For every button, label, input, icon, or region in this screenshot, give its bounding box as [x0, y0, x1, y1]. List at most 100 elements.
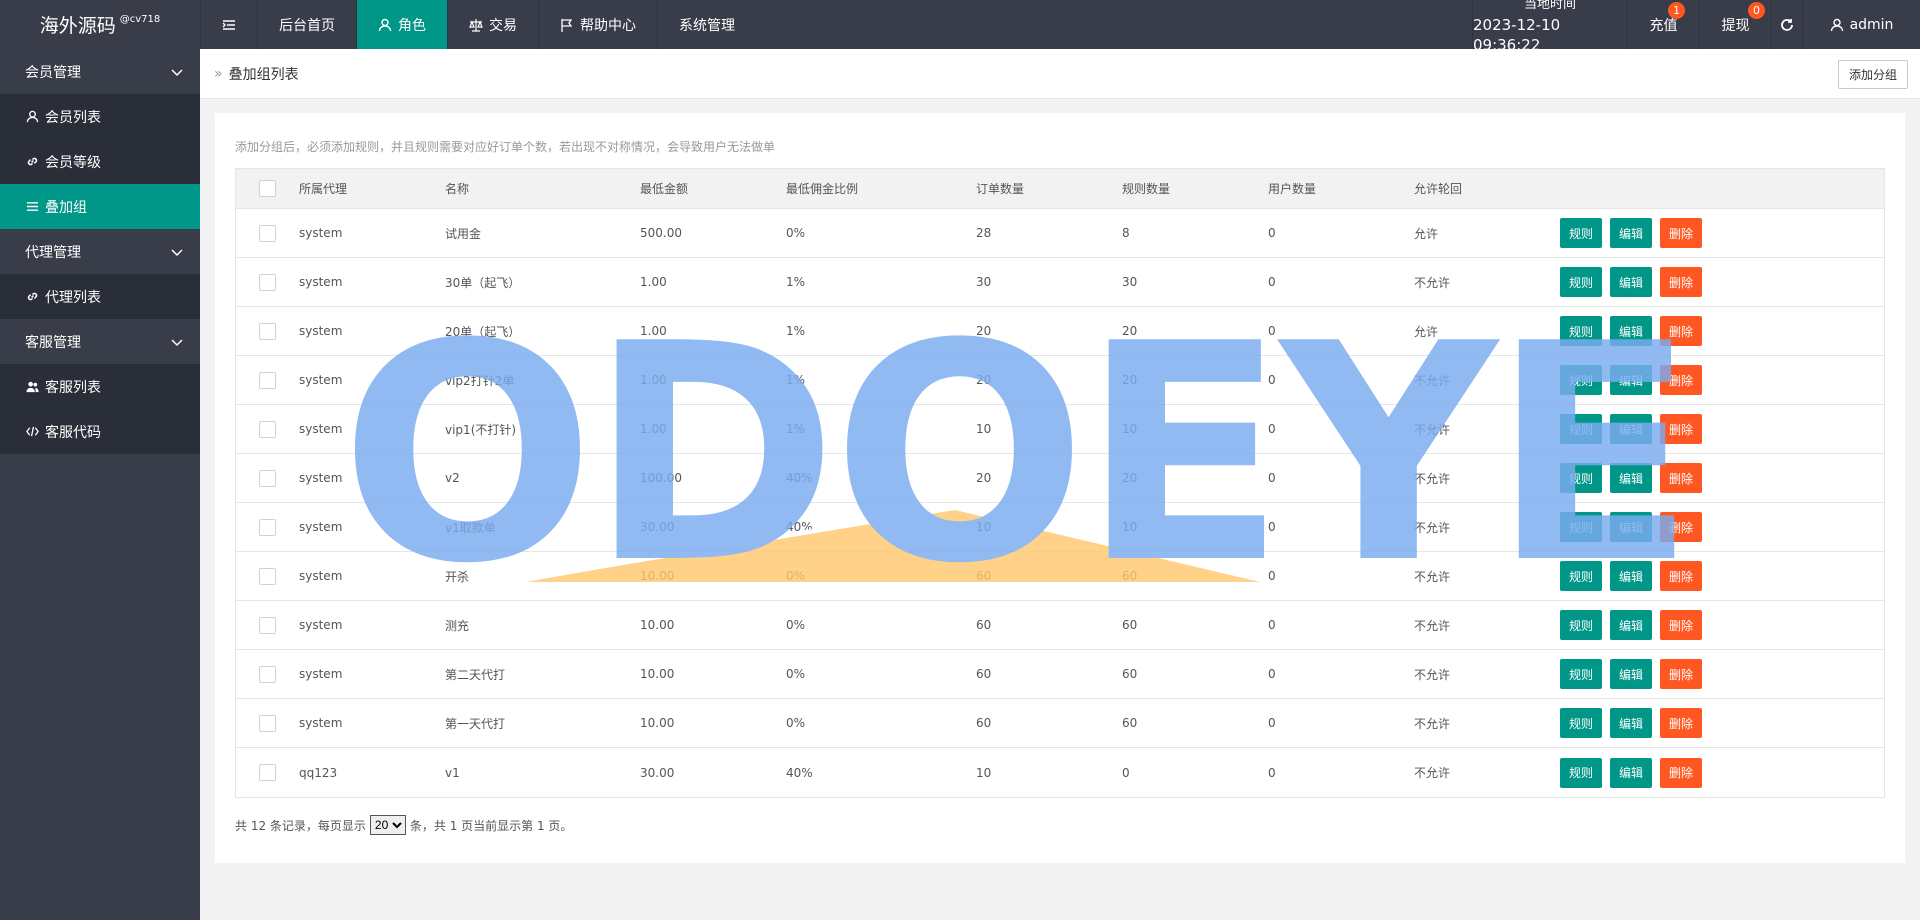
user-icon: [26, 110, 39, 123]
delete-button[interactable]: 删除: [1660, 708, 1703, 738]
row-checkbox[interactable]: [259, 518, 276, 536]
cell-allow-loop: 不允许: [1414, 618, 1451, 633]
sidebar-group-agent[interactable]: 代理管理: [0, 229, 200, 274]
cell-allow-loop: 不允许: [1414, 422, 1451, 437]
sidebar: 会员管理 会员列表 会员等级 叠加组 代理管理 代理列表 客服管理 客服列表 客…: [0, 49, 200, 920]
delete-button[interactable]: 删除: [1660, 267, 1703, 297]
cell-min-amount: 10.00: [640, 667, 675, 681]
edit-button[interactable]: 编辑: [1610, 218, 1653, 248]
cell-agent: system: [299, 569, 343, 583]
sidebar-item-agent-list[interactable]: 代理列表: [0, 274, 200, 319]
edit-button[interactable]: 编辑: [1610, 708, 1653, 738]
recharge-button[interactable]: 充值 1: [1627, 0, 1699, 49]
nav-home[interactable]: 后台首页: [257, 0, 356, 49]
row-check-cell: [236, 518, 299, 536]
row-checkbox[interactable]: [259, 322, 276, 340]
nav-role[interactable]: 角色: [356, 0, 447, 49]
add-group-button[interactable]: 添加分组: [1837, 60, 1908, 89]
edit-button[interactable]: 编辑: [1610, 267, 1653, 297]
cell-allow-loop: 不允许: [1414, 716, 1451, 731]
cell-user-count: 0: [1268, 324, 1276, 338]
refresh-button[interactable]: [1771, 0, 1802, 49]
rule-button[interactable]: 规则: [1560, 610, 1603, 640]
rule-button[interactable]: 规则: [1560, 463, 1603, 493]
rule-button[interactable]: 规则: [1560, 316, 1603, 346]
rule-button[interactable]: 规则: [1560, 414, 1603, 444]
row-checkbox[interactable]: [259, 567, 276, 585]
row-check-cell: [236, 420, 299, 438]
rule-button[interactable]: 规则: [1560, 561, 1603, 591]
delete-button[interactable]: 删除: [1660, 757, 1703, 788]
edit-button[interactable]: 编辑: [1610, 365, 1653, 395]
edit-button[interactable]: 编辑: [1610, 463, 1653, 493]
cell-min-commission: 1%: [786, 324, 806, 338]
rule-button[interactable]: 规则: [1560, 708, 1603, 738]
sidebar-group-member[interactable]: 会员管理: [0, 49, 200, 94]
rule-button[interactable]: 规则: [1560, 267, 1603, 297]
delete-button[interactable]: 删除: [1660, 463, 1703, 493]
delete-button[interactable]: 删除: [1660, 610, 1703, 640]
sidebar-item-service-code[interactable]: 客服代码: [0, 409, 200, 454]
sidebar-item-label: 客服代码: [45, 424, 101, 441]
rule-button[interactable]: 规则: [1560, 659, 1603, 689]
select-all-checkbox[interactable]: [259, 180, 276, 197]
group-table: 所属代理 名称 最低金额 最低佣金比例 订单数量 规则数量 用户数量 允许轮回 …: [235, 168, 1885, 798]
row-checkbox[interactable]: [259, 616, 276, 634]
cell-allow-loop: 允许: [1414, 324, 1439, 339]
row-checkbox[interactable]: [259, 665, 276, 683]
nav-help[interactable]: 帮助中心: [538, 0, 657, 49]
row-checkbox[interactable]: [259, 714, 276, 732]
sidebar-item-service-list[interactable]: 客服列表: [0, 364, 200, 409]
sidebar-item-member-level[interactable]: 会员等级: [0, 139, 200, 184]
pager-prefix: 共 12 条记录，每页显示: [235, 818, 366, 833]
delete-button[interactable]: 删除: [1660, 561, 1703, 591]
row-actions: 规则 编辑 删除: [1560, 316, 1703, 346]
cell-user-count: 0: [1268, 520, 1276, 534]
delete-button[interactable]: 删除: [1660, 316, 1703, 346]
row-checkbox[interactable]: [259, 764, 276, 781]
sidebar-group-service[interactable]: 客服管理: [0, 319, 200, 364]
nav-help-label: 帮助中心: [580, 17, 636, 34]
rule-button[interactable]: 规则: [1560, 218, 1603, 248]
table-header: 所属代理 名称 最低金额 最低佣金比例 订单数量 规则数量 用户数量 允许轮回: [236, 169, 1884, 209]
delete-button[interactable]: 删除: [1660, 365, 1703, 395]
withdraw-button[interactable]: 提现 0: [1699, 0, 1771, 49]
logo[interactable]: 海外源码 @cv718: [0, 0, 200, 49]
row-checkbox[interactable]: [259, 371, 276, 389]
cell-allow-loop: 不允许: [1414, 275, 1451, 290]
delete-button[interactable]: 删除: [1660, 218, 1703, 248]
nav-trade[interactable]: 交易: [447, 0, 538, 49]
chevron-down-icon: [171, 248, 183, 256]
row-check-cell: [236, 764, 299, 781]
edit-button[interactable]: 编辑: [1610, 414, 1653, 444]
nav-system[interactable]: 系统管理: [657, 0, 756, 49]
rule-button[interactable]: 规则: [1560, 365, 1603, 395]
edit-button[interactable]: 编辑: [1610, 757, 1653, 788]
rule-button[interactable]: 规则: [1560, 757, 1603, 788]
delete-button[interactable]: 删除: [1660, 512, 1703, 542]
flag-icon: [561, 18, 573, 32]
rule-button[interactable]: 规则: [1560, 512, 1603, 542]
edit-button[interactable]: 编辑: [1610, 659, 1653, 689]
row-checkbox[interactable]: [259, 469, 276, 487]
row-actions: 规则 编辑 删除: [1560, 267, 1703, 297]
column-header: 用户数量: [1268, 182, 1317, 196]
row-checkbox[interactable]: [259, 273, 276, 291]
edit-button[interactable]: 编辑: [1610, 512, 1653, 542]
delete-button[interactable]: 删除: [1660, 414, 1703, 444]
cell-user-count: 0: [1268, 226, 1276, 240]
withdraw-label: 提现: [1721, 17, 1750, 34]
page-size-select[interactable]: 20: [369, 815, 406, 835]
edit-button[interactable]: 编辑: [1610, 610, 1653, 640]
cell-rule-count: 60: [1122, 618, 1138, 632]
sidebar-item-member-list[interactable]: 会员列表: [0, 94, 200, 139]
delete-button[interactable]: 删除: [1660, 659, 1703, 689]
edit-button[interactable]: 编辑: [1610, 316, 1653, 346]
row-checkbox[interactable]: [259, 420, 276, 438]
cell-user-count: 0: [1268, 422, 1276, 436]
menu-toggle-button[interactable]: [200, 0, 257, 49]
sidebar-item-stack-group[interactable]: 叠加组: [0, 184, 200, 229]
row-checkbox[interactable]: [259, 224, 276, 242]
edit-button[interactable]: 编辑: [1610, 561, 1653, 591]
user-menu[interactable]: admin: [1802, 0, 1920, 49]
